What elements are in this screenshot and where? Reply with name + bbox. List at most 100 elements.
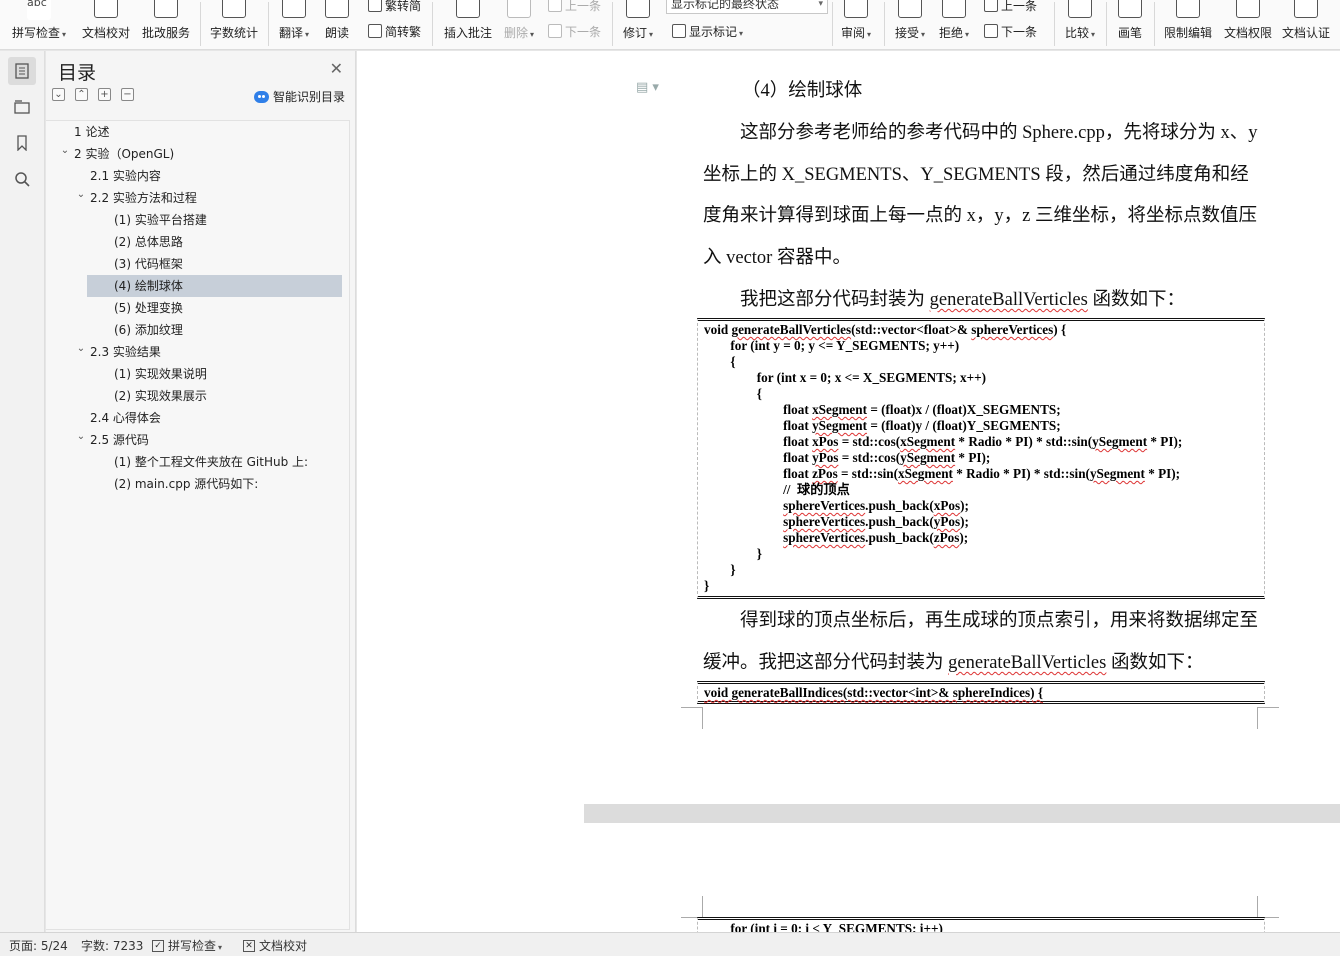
toc-item[interactable]: ⌄ 2 实验（OpenGL) <box>46 143 350 165</box>
document-canvas[interactable]: ▤ ▾ （4）绘制球体 这部分参考老师给的参考代码中的 Sphere.cpp，先… <box>357 51 1340 932</box>
search-icon <box>15 172 30 187</box>
prev-change-button[interactable]: 上一条 <box>984 0 1037 15</box>
code-line: float xSegment = (float)x / (float)X_SEG… <box>704 402 1061 417</box>
remove-heading-icon[interactable]: − <box>121 88 134 101</box>
delete-comment-button[interactable]: 删除 <box>500 0 538 49</box>
prev-change-icon <box>984 0 998 12</box>
code-line: float yPos = std::cos(ySegment * PI); <box>704 450 991 465</box>
chevron-down-icon[interactable]: ⌄ <box>76 338 86 360</box>
toc-item[interactable]: (1) 整个工程文件夹放在 GitHub 上: <box>46 451 350 473</box>
markup-state-select[interactable]: 显示标记的最终状态 <box>666 0 828 14</box>
doc-proof-status[interactable]: ✕ 文档校对 <box>243 937 307 954</box>
code-line: } <box>704 546 762 561</box>
toc-item[interactable]: (3) 代码框架 <box>46 253 350 275</box>
toc-panel: 目录 ✕ ⌄ ⌃ + − 智能识别目录 1 论述 ⌄ 2 实验（OpenGL) 2.1… <box>46 51 356 932</box>
toc-item[interactable]: 2.4 心得体会 <box>46 407 350 429</box>
spell-check-status[interactable]: ✓ 拼写检查 <box>152 937 222 954</box>
toc-item[interactable]: 1 论述 <box>46 121 350 143</box>
next-comment-icon <box>548 24 562 38</box>
revise-icon <box>626 0 650 18</box>
ink-button[interactable]: 画笔 <box>1112 0 1148 49</box>
canvas-margin <box>357 51 584 932</box>
expand-all-icon[interactable]: ⌄ <box>52 88 65 101</box>
show-markup-button[interactable]: 显示标记 <box>672 21 743 41</box>
reject-icon <box>942 0 966 18</box>
toc-item[interactable]: (4) 绘制球体 <box>46 275 350 297</box>
revise-button[interactable]: 修订 <box>618 0 658 49</box>
read-aloud-button[interactable]: 朗读 <box>318 0 356 49</box>
add-heading-icon[interactable]: + <box>98 88 111 101</box>
doc-permission-button[interactable]: 文档权限 <box>1220 0 1276 49</box>
close-icon[interactable]: ✕ <box>330 59 343 78</box>
body-text-line: 我把这部分代码封装为 generateBallVerticles 函数如下： <box>740 285 1185 311</box>
page-indicator[interactable]: 页面: 5/24 <box>9 937 68 954</box>
text-span: 缓冲。我把这部分代码封装为 <box>703 653 949 673</box>
code-block: void generateBallIndices(std::vector<int… <box>697 681 1265 704</box>
batch-service-button[interactable]: 批改服务 <box>138 0 194 49</box>
toc-item-label: 2.2 实验方法和过程 <box>90 191 197 205</box>
outline-nav-button[interactable] <box>8 57 36 85</box>
restrict-edit-button[interactable]: 限制编辑 <box>1160 0 1216 49</box>
trad-to-simp-button[interactable]: 繁转简 <box>368 0 421 15</box>
collapse-all-icon[interactable]: ⌃ <box>75 88 88 101</box>
toc-item[interactable]: ⌄ 2.2 实验方法和过程 <box>46 187 350 209</box>
insert-comment-button[interactable]: 插入批注 <box>440 0 496 49</box>
simp-to-trad-icon <box>368 24 382 38</box>
word-count-icon <box>222 0 246 18</box>
review-button[interactable]: 审阅 <box>836 0 876 49</box>
paragraph-handle-icon[interactable]: ▤ ▾ <box>636 80 659 95</box>
doc-proof-icon <box>94 0 118 18</box>
toc-item[interactable]: ⌄ 2.5 源代码 <box>46 429 350 451</box>
chevron-down-icon[interactable]: ⌄ <box>60 140 70 162</box>
code-lines: void generateBallVerticles(std::vector<f… <box>698 322 1264 594</box>
reject-button[interactable]: 拒绝 <box>934 0 974 49</box>
next-change-icon <box>984 24 998 38</box>
code-line: } <box>704 578 710 593</box>
code-line: { <box>704 386 762 401</box>
toc-item-label: (2) main.cpp 源代码如下: <box>114 477 259 491</box>
translate-button[interactable]: 翻译 <box>274 0 314 49</box>
toc-item[interactable]: (6) 添加纹理 <box>46 319 350 341</box>
word-count-button[interactable]: 字数统计 <box>206 0 262 49</box>
chevron-down-icon[interactable]: ⌄ <box>76 184 86 206</box>
bookmark-nav-button[interactable] <box>8 129 36 157</box>
toc-item-label: 2.5 源代码 <box>90 433 149 447</box>
divider <box>1106 2 1107 46</box>
toc-item-label: 2.1 实验内容 <box>90 169 161 183</box>
toc-item-label: (5) 处理变换 <box>114 301 183 315</box>
smart-toc-button[interactable]: 智能识别目录 <box>253 88 345 105</box>
toc-item-label: (2) 实现效果展示 <box>114 389 207 403</box>
toc-item[interactable]: (1) 实现效果说明 <box>46 363 350 385</box>
code-line: void generateBallVerticles(std::vector<f… <box>704 322 1067 337</box>
spell-check-button[interactable]: abc 拼写检查 <box>8 0 70 49</box>
chapter-nav-button[interactable] <box>8 93 36 121</box>
trad-to-simp-icon <box>368 0 382 12</box>
toc-item[interactable]: (5) 处理变换 <box>46 297 350 319</box>
accept-button[interactable]: 接受 <box>890 0 930 49</box>
simp-to-trad-button[interactable]: 简转繁 <box>368 21 421 41</box>
doc-proof-button[interactable]: 文档校对 <box>78 0 134 49</box>
chevron-down-icon[interactable]: ⌄ <box>76 426 86 448</box>
body-text-line: 坐标上的 X_SEGMENTS、Y_SEGMENTS 段，然后通过纬度角和经 <box>703 165 1249 185</box>
toc-item-label: (2) 总体思路 <box>114 235 183 249</box>
toc-item[interactable]: (2) main.cpp 源代码如下: <box>46 473 350 495</box>
next-comment-button[interactable]: 下一条 <box>548 21 601 41</box>
toc-item[interactable]: (2) 总体思路 <box>46 231 350 253</box>
compare-button[interactable]: 比较 <box>1060 0 1100 49</box>
search-nav-button[interactable] <box>8 165 36 193</box>
doc-cert-button[interactable]: 文档认证 <box>1278 0 1334 49</box>
toc-item[interactable]: (1) 实验平台搭建 <box>46 209 350 231</box>
prev-comment-button[interactable]: 上一条 <box>548 0 601 15</box>
page-corner-mark <box>681 707 703 729</box>
next-change-button[interactable]: 下一条 <box>984 21 1037 41</box>
toc-item[interactable]: ⌄ 2.3 实验结果 <box>46 341 350 363</box>
toc-item[interactable]: 2.1 实验内容 <box>46 165 350 187</box>
code-line: sphereVertices.push_back(xPos); <box>783 498 969 513</box>
proof-icon: ✕ <box>243 939 255 952</box>
toc-item[interactable]: (2) 实现效果展示 <box>46 385 350 407</box>
doc-cert-icon <box>1294 0 1318 18</box>
function-name: generateBallVerticles <box>948 653 1107 673</box>
word-count-indicator[interactable]: 字数: 7233 <box>81 937 143 954</box>
toc-list: 1 论述 ⌄ 2 实验（OpenGL) 2.1 实验内容 ⌄ 2.2 实验方法和过程 (1)… <box>46 120 350 930</box>
toc-toolbar: ⌄ ⌃ + − <box>52 88 134 101</box>
